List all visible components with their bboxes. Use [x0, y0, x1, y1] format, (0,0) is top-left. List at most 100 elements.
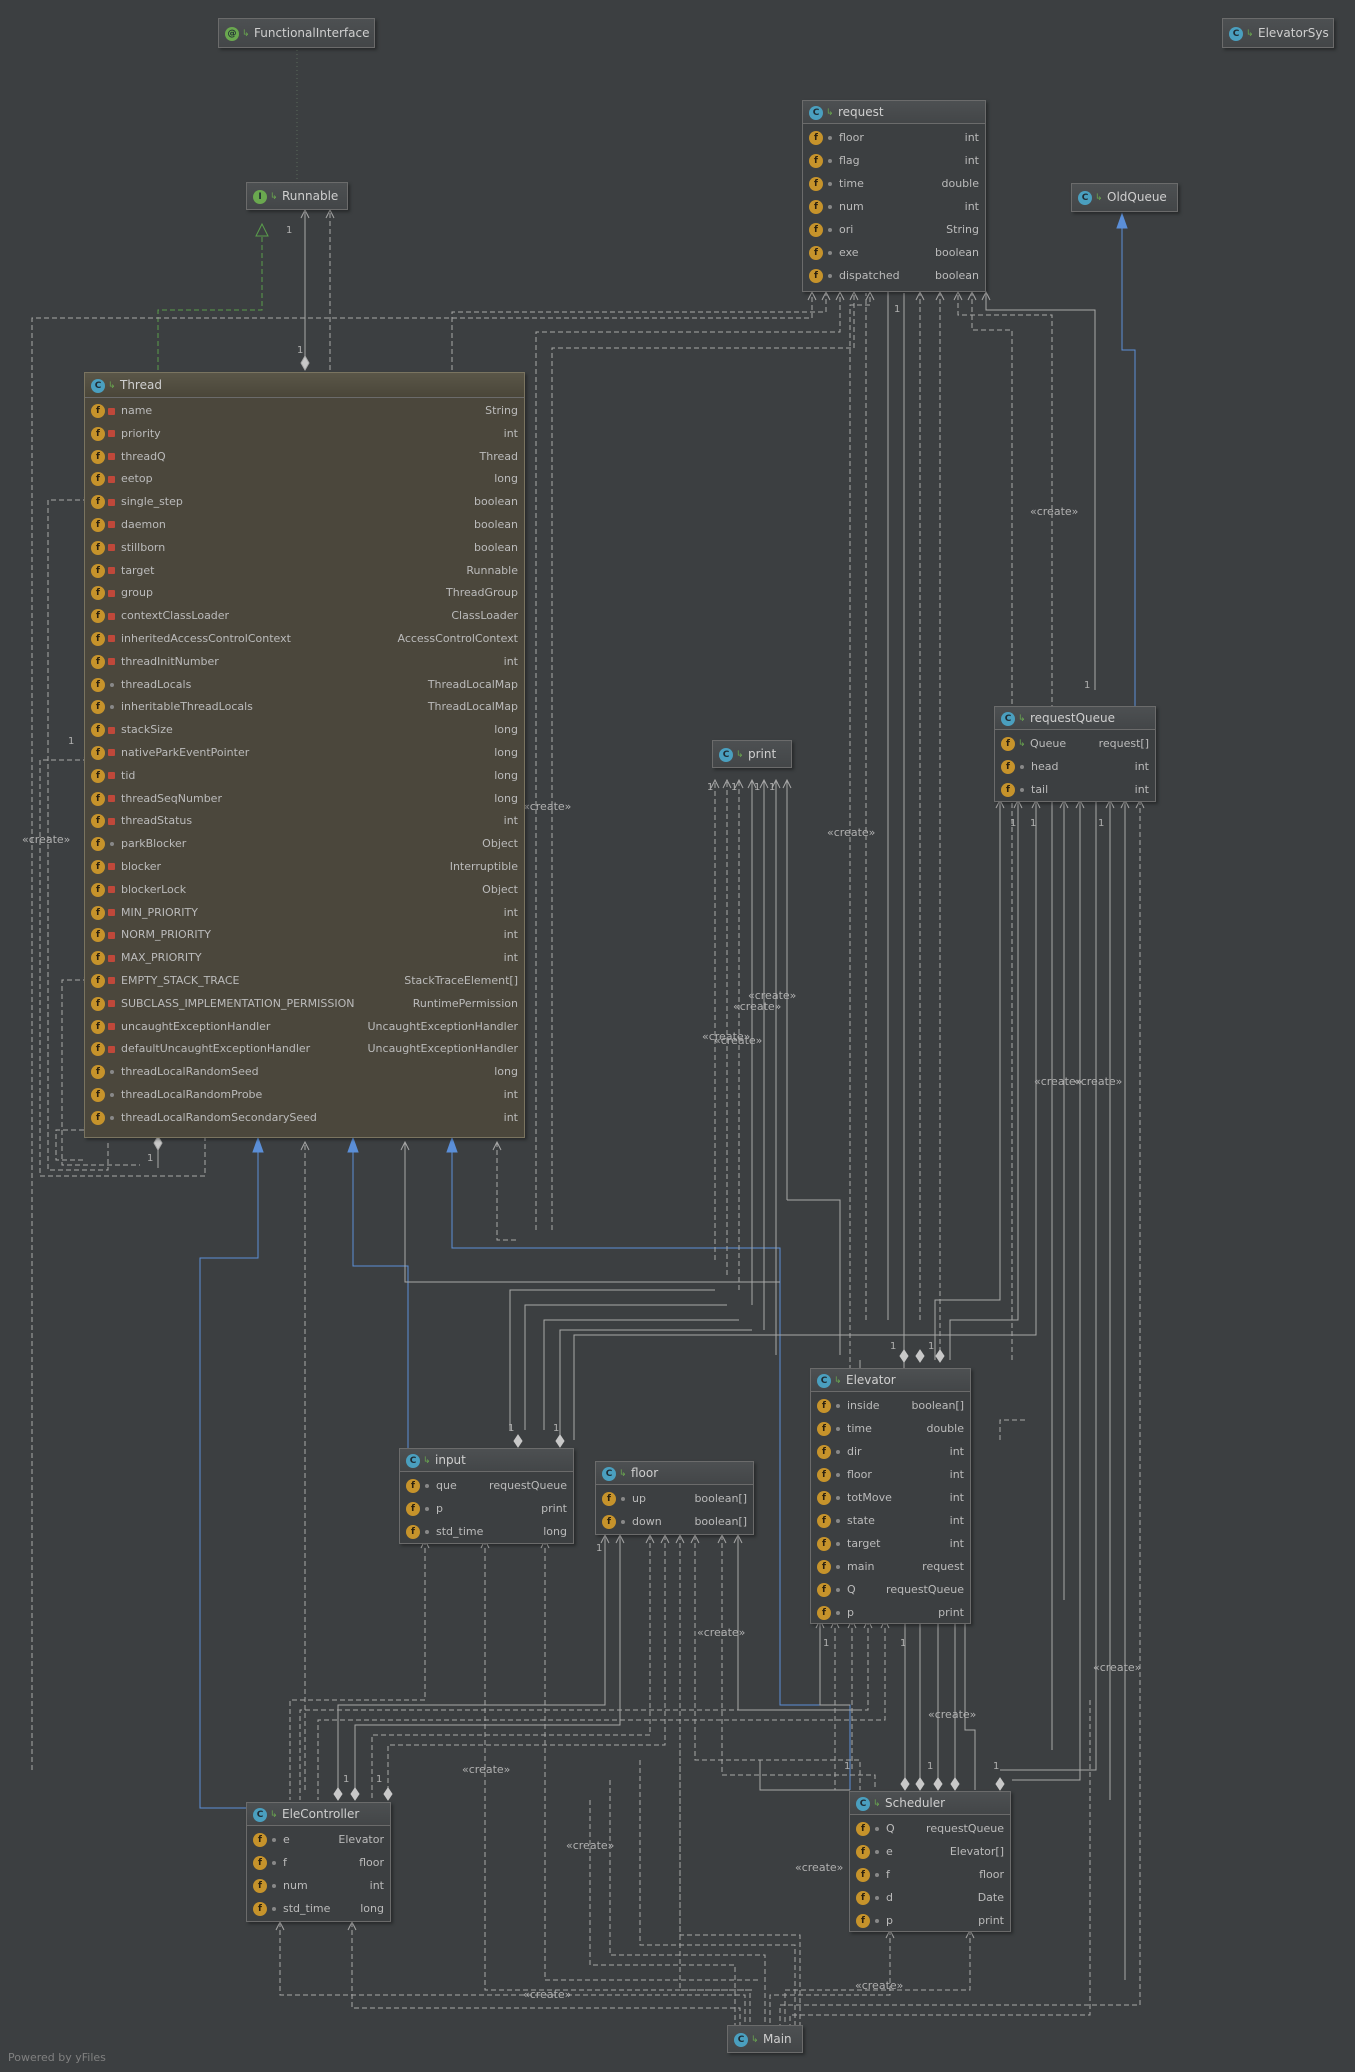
field-icon: f	[91, 814, 105, 829]
field-name: flag	[839, 154, 860, 167]
field-row[interactable]: f p print	[400, 1497, 573, 1520]
field-row[interactable]: f time double	[811, 1417, 970, 1440]
multiplicity-label: 1	[1098, 818, 1105, 829]
field-row[interactable]: f totMove int	[811, 1486, 970, 1509]
field-row[interactable]: f down boolean[]	[596, 1510, 753, 1533]
field-type: boolean	[935, 246, 979, 259]
field-row[interactable]: f threadLocalRandomSecondarySeed int	[85, 1107, 524, 1130]
field-row[interactable]: f QrequestQueue	[850, 1817, 1010, 1840]
field-row[interactable]: f threadLocals ThreadLocalMap	[85, 674, 524, 697]
field-row[interactable]: f d Date	[850, 1886, 1010, 1909]
lock-icon	[108, 453, 115, 461]
field-row[interactable]: f EMPTY_STACK_TRACE StackTraceElement[]	[85, 970, 524, 993]
field-row[interactable]: f nativeParkEventPointer long	[85, 742, 524, 765]
field-row[interactable]: f stillborn boolean	[85, 537, 524, 560]
field-row[interactable]: f f floor	[247, 1851, 390, 1874]
field-row[interactable]: f name String	[85, 400, 524, 423]
print-node[interactable]: C ↳ print	[712, 740, 792, 768]
ele-controller-node[interactable]: C ↳ EleController f e Elevator f f floor f num int…	[246, 1802, 391, 1922]
field-row[interactable]: f dir int	[811, 1440, 970, 1463]
floor-node[interactable]: C ↳ floor f up boolean[] f down boolean[]	[595, 1461, 754, 1535]
field-row[interactable]: f threadStatus int	[85, 810, 524, 833]
field-row[interactable]: f ori String	[803, 218, 985, 241]
field-row[interactable]: f uncaughtExceptionHandler UncaughtExcepti…	[85, 1016, 524, 1039]
field-row[interactable]: f blocker Interruptible	[85, 856, 524, 879]
field-row[interactable]: f NORM_PRIORITY int	[85, 924, 524, 947]
field-name: e	[283, 1833, 290, 1846]
field-row[interactable]: f threadInitNumber int	[85, 651, 524, 674]
field-row[interactable]: f tail int	[995, 778, 1155, 801]
field-row[interactable]: f SUBCLASS_IMPLEMENTATION_PERMISSION Runti…	[85, 993, 524, 1016]
field-row[interactable]: f defaultUncaughtExceptionHandler Uncaught…	[85, 1038, 524, 1061]
field-row[interactable]: f inheritableThreadLocals ThreadLocalMap	[85, 696, 524, 719]
field-row[interactable]: f que requestQueue	[400, 1474, 573, 1497]
package-visibility-icon	[836, 1404, 840, 1408]
field-row[interactable]: f QrequestQueue	[811, 1578, 970, 1601]
field-row[interactable]: f contextClassLoader ClassLoader	[85, 605, 524, 628]
public-visibility-icon: ↳	[873, 1798, 881, 1809]
field-row[interactable]: f threadLocalRandomProbe int	[85, 1084, 524, 1107]
field-icon: f	[1001, 783, 1015, 797]
field-row[interactable]: f state int	[811, 1509, 970, 1532]
class-name: EleController	[282, 1807, 360, 1821]
field-row[interactable]: f stackSize long	[85, 719, 524, 742]
elevator-sys-node[interactable]: C ↳ ElevatorSys	[1222, 18, 1334, 48]
field-row[interactable]: f ↳ Queue request[]	[995, 732, 1155, 755]
field-row[interactable]: f p print	[811, 1601, 970, 1624]
field-row[interactable]: f main request	[811, 1555, 970, 1578]
field-row[interactable]: f daemon boolean	[85, 514, 524, 537]
field-row[interactable]: f target Runnable	[85, 560, 524, 583]
field-row[interactable]: f eetop long	[85, 468, 524, 491]
scheduler-node[interactable]: C ↳ Scheduler f QrequestQueue f e Elevator[] f f…	[849, 1791, 1011, 1932]
field-row[interactable]: f parkBlocker Object	[85, 833, 524, 856]
field-row[interactable]: f inside boolean[]	[811, 1394, 970, 1417]
lock-icon	[108, 749, 115, 757]
field-row[interactable]: f threadQ Thread	[85, 446, 524, 469]
input-node[interactable]: C ↳ input f que requestQueue f p print f std_time…	[399, 1448, 574, 1544]
elevator-node[interactable]: C ↳ Elevator f inside boolean[] f time double f d…	[810, 1368, 971, 1624]
field-row[interactable]: f threadLocalRandomSeed long	[85, 1061, 524, 1084]
field-row[interactable]: f time double	[803, 172, 985, 195]
field-row[interactable]: f std_time long	[400, 1520, 573, 1543]
field-row[interactable]: f num int	[803, 195, 985, 218]
field-row[interactable]: f f floor	[850, 1863, 1010, 1886]
request-node[interactable]: C ↳ request f floor int f flag int f time double…	[802, 100, 986, 292]
field-icon: f	[809, 131, 823, 145]
multiplicity-label: 1	[731, 782, 738, 793]
field-row[interactable]: f tid long	[85, 765, 524, 788]
field-row[interactable]: f floor int	[803, 126, 985, 149]
field-row[interactable]: f target int	[811, 1532, 970, 1555]
field-row[interactable]: f std_time long	[247, 1897, 390, 1920]
field-type: int	[949, 1537, 964, 1550]
field-row[interactable]: f threadSeqNumber long	[85, 788, 524, 811]
package-visibility-icon	[272, 1884, 276, 1888]
field-row[interactable]: f num int	[247, 1874, 390, 1897]
field-row[interactable]: f MAX_PRIORITY int	[85, 947, 524, 970]
field-row[interactable]: f head int	[995, 755, 1155, 778]
field-row[interactable]: f dispatched boolean	[803, 264, 985, 287]
functional-interface-node[interactable]: @ ↳ FunctionalInterface	[218, 18, 375, 48]
request-queue-node[interactable]: C ↳ requestQueue f ↳ Queue request[] f head int…	[994, 706, 1156, 802]
field-row[interactable]: f exe boolean	[803, 241, 985, 264]
field-row[interactable]: f p print	[850, 1909, 1010, 1932]
thread-node[interactable]: C ↳ Thread f name String f priority int f threadQ…	[84, 372, 525, 1138]
lock-icon	[108, 726, 115, 734]
field-row[interactable]: f up boolean[]	[596, 1487, 753, 1510]
field-row[interactable]: f priority int	[85, 423, 524, 446]
old-queue-node[interactable]: C ↳ OldQueue	[1071, 183, 1178, 212]
field-row[interactable]: f inheritedAccessControlContext AccessCont…	[85, 628, 524, 651]
field-name: floor	[839, 131, 864, 144]
field-row[interactable]: f single_step boolean	[85, 491, 524, 514]
field-row[interactable]: f flag int	[803, 149, 985, 172]
main-node[interactable]: C ↳ Main	[727, 2025, 803, 2053]
field-row[interactable]: f blockerLock Object	[85, 879, 524, 902]
field-row[interactable]: f e Elevator	[247, 1828, 390, 1851]
field-row[interactable]: f e Elevator[]	[850, 1840, 1010, 1863]
field-row[interactable]: f floor int	[811, 1463, 970, 1486]
field-row[interactable]: f group ThreadGroup	[85, 582, 524, 605]
field-name: SUBCLASS_IMPLEMENTATION_PERMISSION	[121, 996, 355, 1010]
runnable-node[interactable]: I ↳ Runnable	[246, 182, 348, 210]
field-name: MAX_PRIORITY	[121, 951, 202, 965]
field-row[interactable]: f MIN_PRIORITY int	[85, 902, 524, 925]
field-icon: f	[817, 1606, 831, 1620]
